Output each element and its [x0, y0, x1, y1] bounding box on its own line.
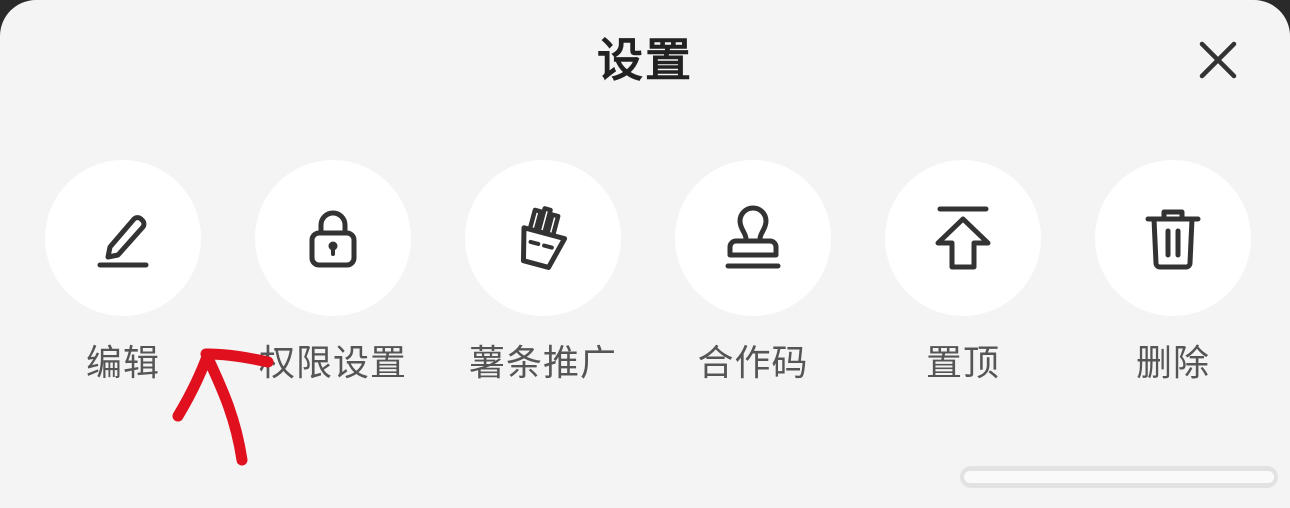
stamp-icon: [725, 205, 781, 269]
fries-icon: [520, 206, 568, 270]
lock-icon: [309, 210, 357, 268]
promotion-icon-circle: [465, 160, 621, 316]
delete-button[interactable]: 删除: [1068, 160, 1278, 400]
settings-sheet: 设置 编辑 权限设置 薯条推广 合作码 置顶 删除: [0, 0, 1290, 508]
close-icon: [1199, 41, 1237, 79]
promotion-button[interactable]: 薯条推广: [438, 160, 648, 400]
pencil-icon: [97, 215, 149, 268]
pin-to-top-icon-circle: [885, 160, 1041, 316]
home-indicator-bar: [964, 471, 1274, 483]
permission-icon-circle: [255, 160, 411, 316]
cooperation-code-button[interactable]: 合作码: [648, 160, 858, 400]
sheet-title: 设置: [597, 33, 693, 87]
pin-to-top-button[interactable]: 置顶: [858, 160, 1068, 400]
delete-label: 删除: [1135, 343, 1210, 384]
trash-icon: [1145, 209, 1201, 270]
close-button[interactable]: [1188, 30, 1248, 90]
home-indicator[interactable]: [960, 466, 1278, 488]
pin-to-top-icon: [935, 206, 991, 270]
cooperation-code-icon-circle: [675, 160, 831, 316]
permission-settings-button[interactable]: 权限设置: [228, 160, 438, 400]
edit-icon-circle: [45, 160, 201, 316]
pin-to-top-label: 置顶: [925, 343, 1000, 384]
permission-settings-label: 权限设置: [258, 343, 407, 384]
cooperation-code-label: 合作码: [697, 343, 809, 384]
edit-label: 编辑: [85, 343, 160, 384]
delete-icon-circle: [1095, 160, 1251, 316]
edit-button[interactable]: 编辑: [18, 160, 228, 400]
promotion-label: 薯条推广: [468, 343, 617, 384]
